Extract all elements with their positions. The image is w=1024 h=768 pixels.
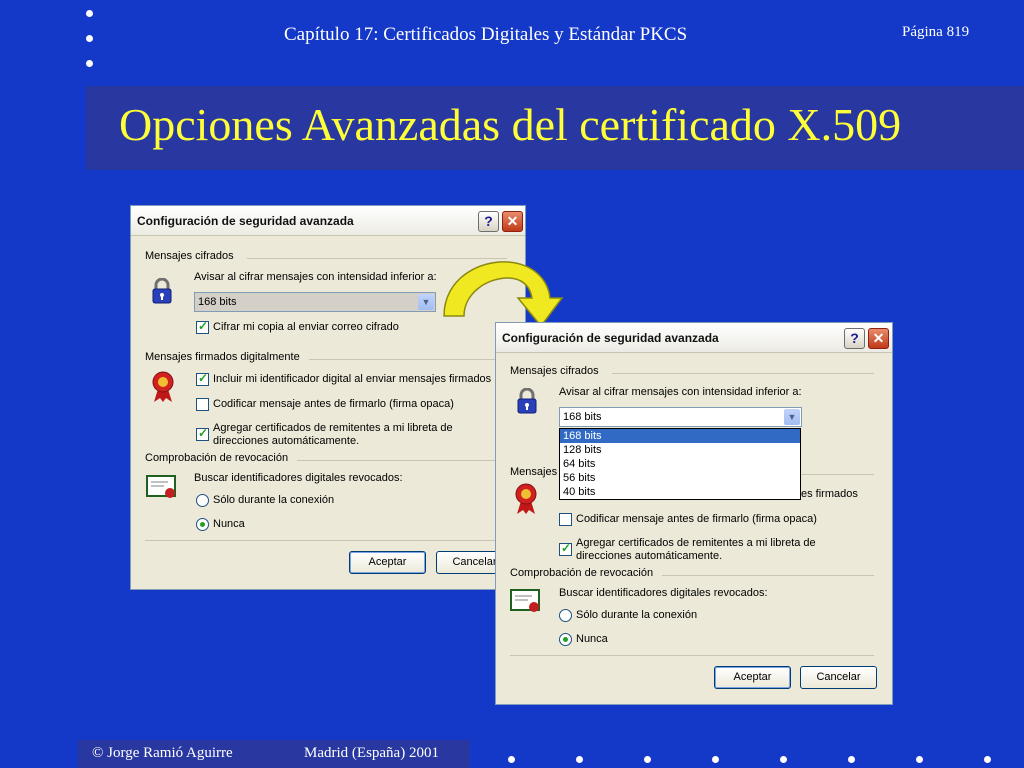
search-revoked-label: Buscar identificadores digitales revocad… <box>559 587 768 599</box>
group-label-revocation: Comprobación de revocación <box>510 567 654 579</box>
bullet-dot <box>848 756 855 763</box>
warn-strength-label: Avisar al cifrar mensajes con intensidad… <box>559 386 802 398</box>
footer-place-date: Madrid (España) 2001 <box>304 745 439 761</box>
group-label-encrypted: Mensajes cifrados <box>145 250 234 262</box>
only-online-label: Sólo durante la conexión <box>213 494 335 506</box>
footer-copyright: © Jorge Ramió Aguirre <box>92 745 233 761</box>
group-label-signed: Mensajes <box>510 466 558 478</box>
bullet-dot <box>508 756 515 763</box>
padlock-icon <box>151 277 173 304</box>
page-number: Página 819 <box>902 24 970 40</box>
only-online-radio[interactable] <box>559 609 572 622</box>
bullet-dot <box>576 756 583 763</box>
help-button[interactable]: ? <box>844 328 865 349</box>
group-divider <box>801 474 874 475</box>
add-certs-label-line2: direcciones automáticamente. <box>213 435 360 447</box>
group-divider <box>612 373 874 374</box>
bullet-dot <box>644 756 651 763</box>
dialog-title: Configuración de seguridad avanzada <box>502 331 719 345</box>
dropdown-option[interactable]: 168 bits <box>560 429 800 443</box>
dialog-titlebar: Configuración de seguridad avanzada ? ✕ <box>496 323 892 353</box>
bullet-dot <box>712 756 719 763</box>
add-certs-label-line1: Agregar certificados de remitentes a mi … <box>576 537 816 549</box>
bullet-dot <box>780 756 787 763</box>
chevron-down-icon[interactable]: ▼ <box>784 409 800 425</box>
chevron-down-icon[interactable]: ▼ <box>418 294 434 310</box>
group-label-encrypted: Mensajes cifrados <box>510 365 599 377</box>
strength-dropdown-list[interactable]: 168 bits 128 bits 64 bits 56 bits 40 bit… <box>559 428 801 500</box>
accept-button[interactable]: Aceptar <box>714 666 791 689</box>
cancel-button[interactable]: Cancelar <box>800 666 877 689</box>
certificate-icon <box>510 588 542 616</box>
include-id-checkbox[interactable] <box>196 371 209 386</box>
encode-opaque-label: Codificar mensaje antes de firmarlo (fir… <box>213 398 454 410</box>
never-radio[interactable] <box>559 633 572 646</box>
dropdown-option[interactable]: 64 bits <box>560 457 800 471</box>
group-divider <box>297 460 507 461</box>
dialog-titlebar: Configuración de seguridad avanzada ? ✕ <box>131 206 525 236</box>
bullet-dot <box>984 756 991 763</box>
close-button[interactable]: ✕ <box>868 328 889 349</box>
never-label: Nunca <box>213 518 245 530</box>
dropdown-option[interactable]: 56 bits <box>560 471 800 485</box>
search-revoked-label: Buscar identificadores digitales revocad… <box>194 472 403 484</box>
bullet-dot <box>86 60 93 67</box>
add-certs-checkbox[interactable] <box>196 426 209 441</box>
footer-band: © Jorge Ramió Aguirre Madrid (España) 20… <box>78 740 470 768</box>
button-divider <box>510 655 874 656</box>
encode-opaque-checkbox[interactable] <box>196 398 209 411</box>
dropdown-option[interactable]: 40 bits <box>560 485 800 499</box>
never-radio[interactable] <box>196 518 209 531</box>
strength-select[interactable]: 168 bits ▼ <box>559 407 802 427</box>
strength-select[interactable]: 168 bits ▼ <box>194 292 436 312</box>
decorative-dots-bottom <box>508 756 1008 766</box>
add-certs-label-line2: direcciones automáticamente. <box>576 550 723 562</box>
ribbon-seal-icon <box>151 371 175 403</box>
decorative-dots-top-left <box>86 10 100 85</box>
group-label-revocation: Comprobación de revocación <box>145 452 289 464</box>
encode-opaque-label: Codificar mensaje antes de firmarlo (fir… <box>576 513 817 525</box>
chapter-header: Capítulo 17: Certificados Digitales y Es… <box>284 24 688 45</box>
strength-select-value: 168 bits <box>563 411 602 423</box>
strength-select-value: 168 bits <box>198 296 237 308</box>
accept-button[interactable]: Aceptar <box>349 551 426 574</box>
group-divider <box>309 359 509 360</box>
certificate-icon <box>146 474 178 502</box>
only-online-radio[interactable] <box>196 494 209 507</box>
bullet-dot <box>86 35 93 42</box>
never-label: Nunca <box>576 633 608 645</box>
only-online-label: Sólo durante la conexión <box>576 609 698 621</box>
help-button[interactable]: ? <box>478 211 499 232</box>
slide-title: Opciones Avanzadas del certificado X.509 <box>119 99 902 150</box>
copy-encrypted-label: Cifrar mi copia al enviar correo cifrado <box>213 321 399 333</box>
curved-arrow-icon <box>438 258 568 332</box>
title-band: Opciones Avanzadas del certificado X.509 <box>86 86 1024 170</box>
bullet-dot <box>916 756 923 763</box>
dropdown-option[interactable]: 128 bits <box>560 443 800 457</box>
group-label-signed: Mensajes firmados digitalmente <box>145 351 300 363</box>
encode-opaque-checkbox[interactable] <box>559 513 572 526</box>
group-divider <box>662 575 874 576</box>
button-divider <box>145 540 509 541</box>
ribbon-seal-icon <box>514 483 538 515</box>
padlock-icon <box>516 387 538 414</box>
add-certs-label-line1: Agregar certificados de remitentes a mi … <box>213 422 453 434</box>
add-certs-checkbox[interactable] <box>559 541 572 556</box>
dialog-title: Configuración de seguridad avanzada <box>137 214 354 228</box>
include-id-label-partial: es firmados <box>801 488 858 500</box>
dialog-advanced-security-right: Configuración de seguridad avanzada ? ✕ … <box>495 322 893 705</box>
copy-encrypted-checkbox[interactable] <box>196 319 209 334</box>
include-id-label: Incluir mi identificador digital al envi… <box>213 373 492 385</box>
bullet-dot <box>86 10 93 17</box>
warn-strength-label: Avisar al cifrar mensajes con intensidad… <box>194 271 437 283</box>
close-button[interactable]: ✕ <box>502 211 523 232</box>
